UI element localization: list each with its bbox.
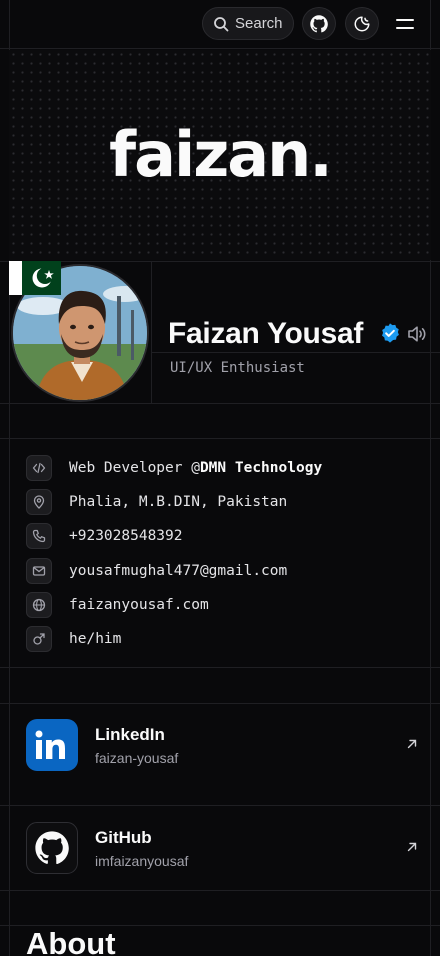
divider [151,352,440,353]
social-handle: faizan-yousaf [95,750,179,766]
search-button[interactable]: Search [202,7,294,40]
guide-line-profile [151,261,152,404]
map-pin-icon [26,489,52,515]
pronouns-text: he/him [69,631,122,647]
social-card-linkedin[interactable]: LinkedIn faizan-yousaf [9,703,431,805]
divider [0,261,440,262]
site-header: Search [0,0,440,48]
globe-icon [26,592,52,618]
about-heading: About [26,926,116,956]
info-item-website: faizanyousaf.com [26,592,209,618]
external-link-icon [407,842,417,852]
divider [0,667,440,668]
social-title: GitHub [95,828,152,847]
pronounce-name-button[interactable] [407,325,427,348]
info-item-location: Phalia, M.B.DIN, Pakistan [26,489,287,515]
info-item-email: yousafmughal477@gmail.com [26,558,287,584]
profile-tagline: UI/UX Enthusiast [170,360,305,376]
social-card-github[interactable]: GitHub imfaizanyousaf [9,806,431,908]
job-title: Web Developer @DMN Technology [69,460,322,476]
linkedin-icon [26,719,78,771]
external-link-icon [407,739,417,749]
divider [0,48,440,49]
email-link[interactable]: yousafmughal477@gmail.com [69,563,287,579]
divider [0,438,440,439]
pakistan-flag [9,261,61,295]
search-label: Search [235,15,283,32]
verified-badge-icon [379,322,401,349]
website-link[interactable]: faizanyousaf.com [69,597,209,613]
phone-icon [26,523,52,549]
male-icon [26,626,52,652]
location-text: Phalia, M.B.DIN, Pakistan [69,494,288,510]
job-prefix: Web Developer @ [69,460,200,476]
theme-toggle-icon [354,16,370,31]
site-wordmark: faizan. [109,118,333,191]
search-icon [214,16,229,31]
menu-icon [396,27,414,29]
flag-icon [9,261,61,295]
profile-name: Faizan Yousaf [168,317,364,350]
theme-toggle-button[interactable] [345,7,379,40]
speaker-icon [408,326,426,342]
info-item-phone: +923028548392 [26,523,183,549]
mail-icon [26,558,52,584]
menu-button[interactable] [390,12,420,36]
social-title: LinkedIn [95,725,165,744]
social-handle: imfaizanyousaf [95,853,189,869]
menu-icon [396,19,414,21]
divider [0,403,440,404]
github-link-button[interactable] [302,7,336,40]
info-item-job: Web Developer @DMN Technology [26,455,322,481]
github-icon [26,822,78,874]
github-icon [310,14,328,32]
company-link[interactable]: DMN Technology [200,460,322,476]
phone-link[interactable]: +923028548392 [69,528,183,544]
code-icon [26,455,52,481]
info-item-pronouns: he/him [26,626,121,652]
